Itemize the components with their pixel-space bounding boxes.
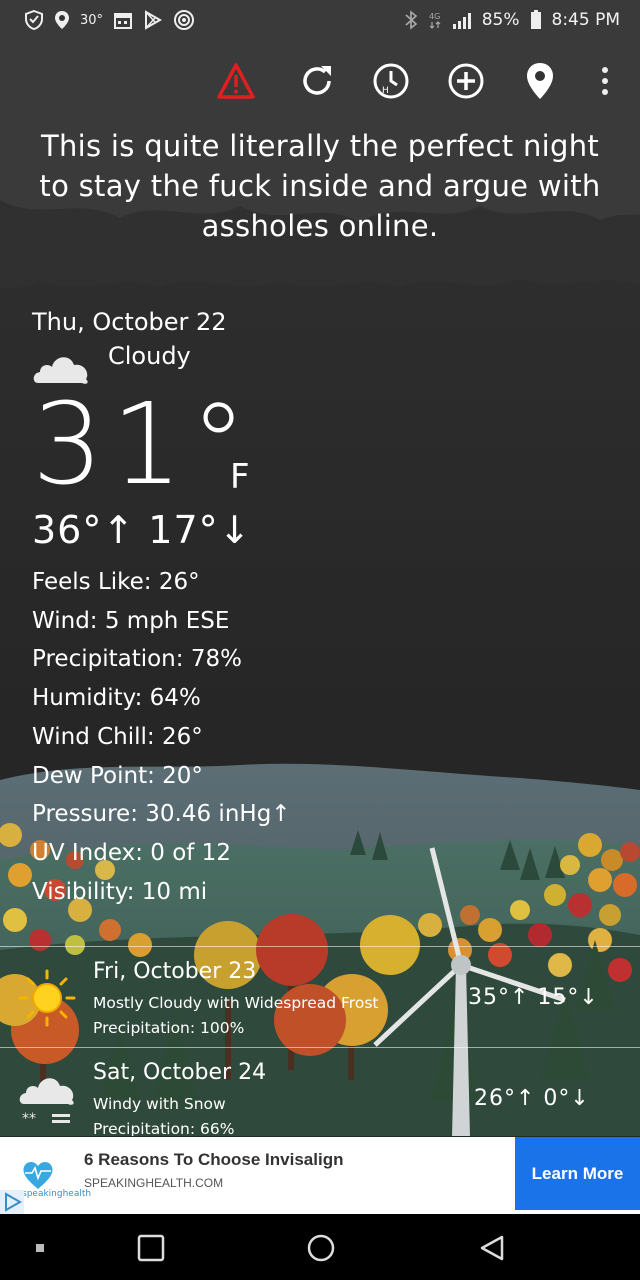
learn-more-button[interactable]: Learn More [515, 1137, 640, 1210]
snow-cloud-icon: ** [19, 1078, 74, 1127]
detail-feels-like: Feels Like: 26° [32, 569, 200, 595]
detail-uv-index: UV Index: 0 of 12 [32, 839, 231, 866]
temperature-unit: F [230, 457, 250, 497]
temperature-display: 31° F [32, 389, 291, 505]
dot-icon[interactable] [20, 1228, 60, 1268]
recents-icon[interactable] [131, 1228, 171, 1268]
shield-icon [24, 10, 44, 30]
temp-badge: 30° [80, 12, 104, 28]
forecast-summary: Mostly Cloudy with Widespread Frost [93, 994, 379, 1012]
history-icon[interactable]: H [368, 58, 414, 104]
condition-text: Cloudy [108, 342, 191, 370]
detail-wind-chill: Wind Chill: 26° [32, 723, 203, 750]
forecast-high-low: 35°↑ 15°↓ [468, 985, 599, 1010]
add-location-icon[interactable] [443, 58, 489, 104]
clock: 8:45 PM [551, 10, 621, 30]
current-temperature: 31° [32, 380, 255, 510]
status-bar: 30° 4G 85% 8:45 PM [0, 0, 640, 40]
detail-visibility: Visibility: 10 mi [32, 878, 208, 905]
navigation-bar [0, 1214, 640, 1280]
forecast-day-1[interactable]: Fri, October 23 Mostly Cloudy with Wides… [0, 947, 640, 1047]
detail-humidity: Humidity: 64% [32, 685, 201, 712]
forecast-high-low: 26°↑ 0°↓ [474, 1086, 590, 1111]
detail-pressure: Pressure: 30.46 inHg↑ [32, 801, 291, 828]
refresh-icon[interactable] [294, 58, 340, 104]
location-icon[interactable] [517, 58, 563, 104]
snarky-quote: This is quite literally the perfect nigh… [39, 129, 601, 243]
location-pin-icon [54, 10, 70, 30]
signal-icon [452, 11, 472, 29]
detail-wind: Wind: 5 mph ESE [32, 607, 230, 634]
ad-brand: speakinghealth [22, 1189, 92, 1199]
ad-banner[interactable]: speakinghealth 6 Reasons To Choose Invis… [0, 1137, 640, 1214]
alert-icon[interactable] [213, 58, 259, 104]
toolbar: H [0, 58, 640, 104]
forecast-day-name: Fri, October 23 [93, 959, 257, 984]
details-list: Feels Like: 26° Wind: 5 mph ESE Precipit… [32, 563, 291, 911]
svg-text:**: ** [22, 1111, 36, 1127]
back-icon[interactable] [472, 1228, 512, 1268]
ad-choices-icon[interactable] [0, 1190, 24, 1214]
sun-icon [18, 969, 76, 1027]
forecast-summary: Windy with Snow [93, 1095, 226, 1113]
forecast-precipitation: Precipitation: 100% [93, 1019, 245, 1037]
svg-text:4G: 4G [429, 12, 440, 21]
current-conditions: Thu, October 22 Cloudy 31° F 36°↑ 17°↓ F… [32, 305, 291, 911]
forecast-precipitation: Precipitation: 66% [93, 1120, 235, 1136]
play-store-icon [143, 10, 163, 30]
battery-icon [530, 10, 542, 30]
battery-percent: 85% [481, 10, 520, 30]
detail-precipitation: Precipitation: 78% [32, 646, 242, 673]
svg-text:H: H [382, 86, 389, 96]
detail-dew-point: Dew Point: 20° [32, 762, 203, 789]
more-vert-icon[interactable] [582, 58, 628, 104]
forecast-day-2[interactable]: ** Sat, October 24 Windy with Snow Preci… [0, 1048, 640, 1136]
home-icon[interactable] [301, 1228, 341, 1268]
forecast-day-name: Sat, October 24 [93, 1060, 267, 1085]
high-low: 36°↑ 17°↓ [32, 508, 252, 552]
ad-title[interactable]: 6 Reasons To Choose Invisalign [84, 1150, 343, 1170]
calendar-icon [113, 10, 133, 30]
data-4g-icon: 4G [428, 10, 442, 30]
ad-url: SPEAKINGHEALTH.COM [84, 1176, 224, 1190]
current-date: Thu, October 22 [32, 308, 227, 336]
bluetooth-icon [404, 10, 418, 30]
target-icon [173, 9, 195, 31]
